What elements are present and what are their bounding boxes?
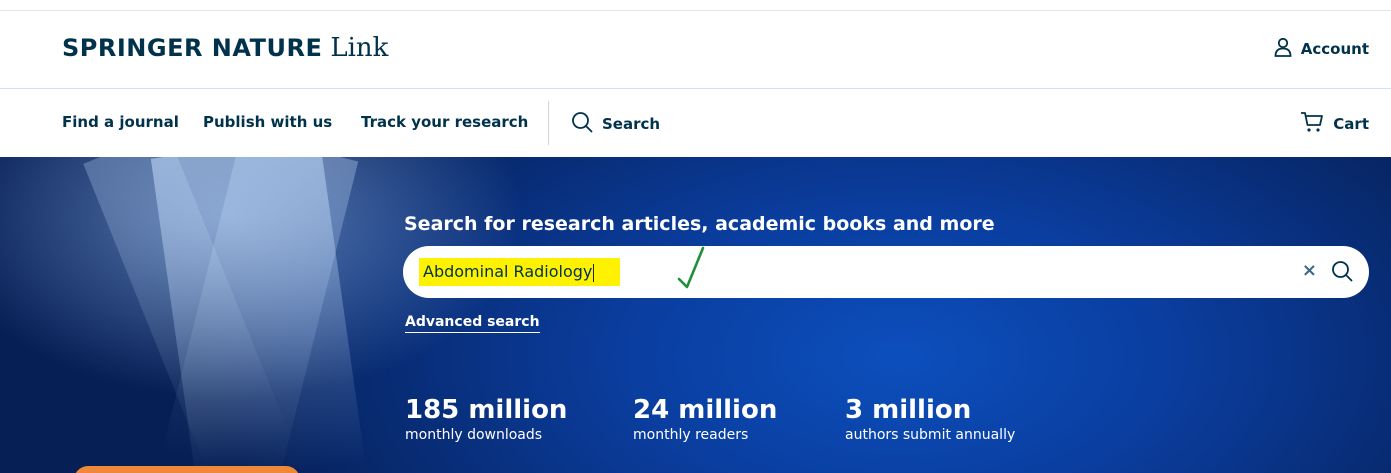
nav-search-button[interactable]: Search	[571, 111, 660, 137]
search-input-value: Abdominal Radiology	[419, 258, 621, 286]
stat-number: 24 million	[633, 395, 778, 425]
search-input[interactable]: Abdominal Radiology ×	[403, 246, 1369, 298]
main-navigation: Find a journal Publish with us Track you…	[0, 89, 1391, 157]
stat-number: 185 million	[405, 395, 568, 425]
stat-label: authors submit annually	[845, 427, 1016, 443]
stat-label: monthly readers	[633, 427, 749, 443]
nav-track-your-research[interactable]: Track your research	[361, 113, 528, 131]
logo-link-text: Link	[330, 33, 389, 63]
nav-publish-with-us[interactable]: Publish with us	[203, 113, 332, 131]
site-header: SPRINGER NATURE Link Account	[0, 0, 1391, 89]
hero-heading: Search for research articles, academic b…	[404, 213, 995, 235]
account-button[interactable]: Account	[1273, 37, 1369, 61]
cta-button-partial[interactable]	[74, 466, 300, 473]
logo-brand-text: SPRINGER NATURE	[62, 34, 323, 62]
advanced-search-link[interactable]: Advanced search	[405, 314, 540, 333]
search-icon	[1332, 261, 1353, 282]
stat-label: monthly downloads	[405, 427, 543, 443]
cart-label: Cart	[1333, 115, 1369, 133]
person-icon	[1273, 37, 1293, 61]
cart-button[interactable]: Cart	[1300, 111, 1369, 137]
nav-search-label: Search	[602, 115, 661, 133]
account-label: Account	[1300, 40, 1369, 58]
check-mark-icon	[677, 246, 707, 294]
clear-search-button[interactable]: ×	[1302, 260, 1317, 281]
stat-readers: 24 million monthly readers	[633, 395, 777, 443]
nav-find-a-journal[interactable]: Find a journal	[62, 113, 179, 131]
search-submit-button[interactable]	[1331, 260, 1353, 286]
search-query-text: Abdominal Radiology	[423, 262, 593, 281]
stat-downloads: 185 million monthly downloads	[405, 395, 567, 443]
nav-divider	[548, 101, 549, 145]
cart-icon	[1300, 111, 1324, 137]
hero-search-section: Search for research articles, academic b…	[0, 157, 1391, 473]
text-caret	[593, 263, 595, 282]
stat-number: 3 million	[845, 395, 972, 425]
search-icon	[571, 111, 593, 137]
stat-authors: 3 million authors submit annually	[845, 395, 1015, 443]
springer-nature-link-logo[interactable]: SPRINGER NATURE Link	[62, 33, 388, 63]
